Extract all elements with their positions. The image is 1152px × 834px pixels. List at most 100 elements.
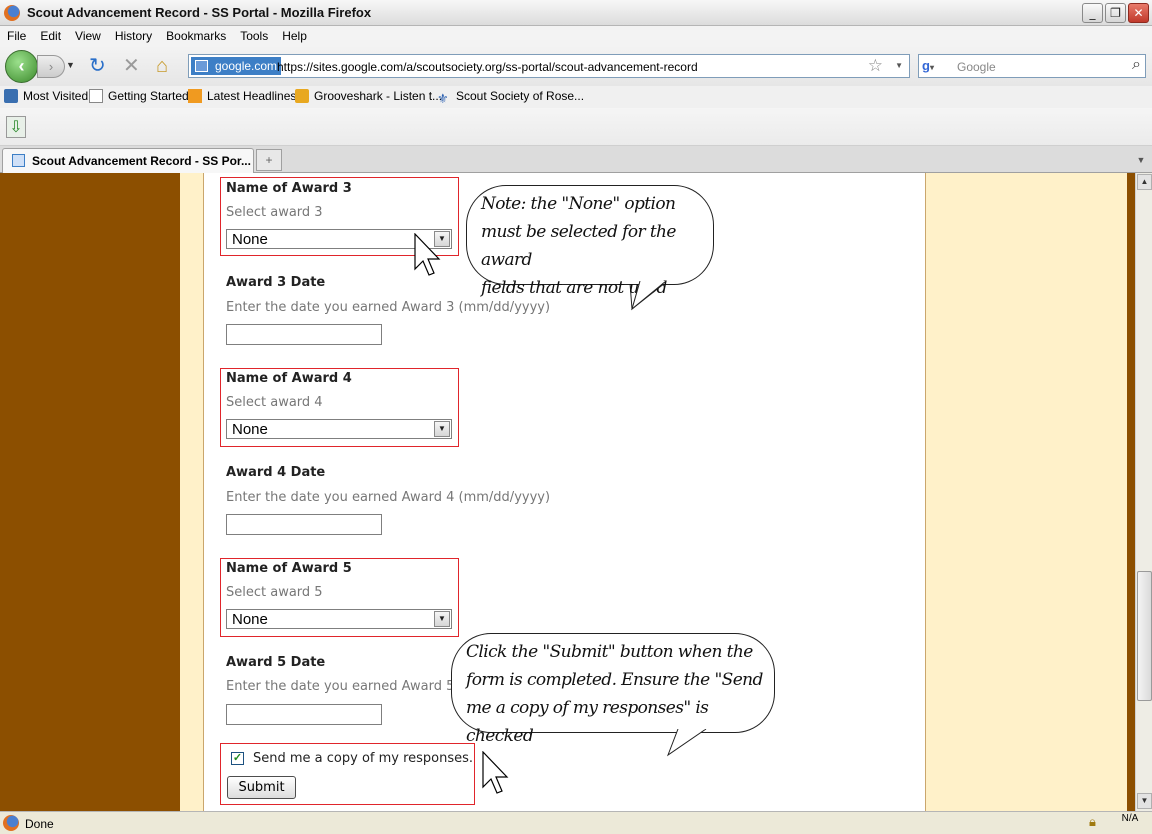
site-identity-button[interactable]: google.com <box>191 57 282 75</box>
title-bar: Scout Advancement Record - SS Portal - M… <box>0 0 1152 26</box>
note-callout-line: Note: the "None" option <box>481 194 676 214</box>
award3-name-label: Name of Award 3 <box>226 181 352 196</box>
right-sidebar-column <box>925 173 1127 811</box>
award5-name-label: Name of Award 5 <box>226 561 352 576</box>
bookmark-grooveshark[interactable]: Grooveshark - Listen t... <box>295 89 442 103</box>
menu-tools[interactable]: Tools <box>233 26 275 43</box>
submit-button[interactable]: Submit <box>227 776 296 799</box>
menu-file[interactable]: File <box>0 26 33 43</box>
award3-date-label: Award 3 Date <box>226 275 326 290</box>
menu-view[interactable]: View <box>68 26 108 43</box>
site-favicon-icon <box>195 60 208 72</box>
submit-callout-line: Click the "Submit" button when the <box>466 642 753 662</box>
site-identity-label: google.com <box>215 59 278 73</box>
menu-bar: File Edit View History Bookmarks Tools Help <box>0 26 1152 46</box>
page-icon <box>89 89 103 103</box>
send-copy-label: Send me a copy of my responses. <box>253 751 474 766</box>
tab-favicon-icon <box>12 154 25 167</box>
scroll-down-icon[interactable]: ▼ <box>1137 793 1152 809</box>
rss-feed-icon <box>188 89 202 103</box>
award5-select[interactable]: None ▼ <box>226 609 452 629</box>
close-button[interactable]: ✕ <box>1128 3 1149 23</box>
award4-date-label: Award 4 Date <box>226 465 326 480</box>
mouse-cursor-icon <box>414 233 441 276</box>
minimize-button[interactable]: _ <box>1082 3 1103 23</box>
stop-icon[interactable]: ✕ <box>123 55 140 77</box>
status-firefox-icon <box>3 815 19 831</box>
award4-name-hint: Select award 4 <box>226 395 323 410</box>
status-zoom: N/A <box>1121 813 1139 824</box>
menu-edit[interactable]: Edit <box>33 26 68 43</box>
tab-bar: Scout Advancement Record - SS Por... + ▼ <box>0 146 1152 173</box>
note-callout-line: must be selected for the award <box>481 222 676 270</box>
search-bar[interactable]: g▾ Google ⌕ <box>918 54 1146 78</box>
submit-callout-line: me a copy of my responses" is checked <box>466 698 709 746</box>
lock-icon[interactable]: 🔒︎ <box>1089 814 1107 832</box>
download-icon[interactable]: ⇩ <box>6 116 26 138</box>
bookmark-star-icon[interactable]: ☆ <box>868 56 883 76</box>
left-cream-strip <box>180 173 204 811</box>
search-input[interactable]: Google <box>957 60 996 74</box>
bookmark-most-visited[interactable]: Most Visited <box>4 89 88 103</box>
tab-list-dropdown-icon[interactable]: ▼ <box>1132 149 1150 171</box>
url-text[interactable]: https://sites.google.com/a/scoutsociety.… <box>277 60 698 74</box>
bookmark-getting-started[interactable]: Getting Started <box>89 89 189 103</box>
tab-scout-advancement-record[interactable]: Scout Advancement Record - SS Por... <box>2 148 254 173</box>
back-button[interactable]: ‹ <box>5 50 38 83</box>
award3-selected-value: None <box>232 231 268 248</box>
award5-selected-value: None <box>232 611 268 628</box>
award4-name-label: Name of Award 4 <box>226 371 352 386</box>
grooveshark-icon <box>295 89 309 103</box>
award5-date-input[interactable] <box>226 704 382 725</box>
most-visited-icon <box>4 89 18 103</box>
award5-date-label: Award 5 Date <box>226 655 326 670</box>
mouse-cursor-icon <box>482 751 509 794</box>
google-search-engine-icon[interactable]: g▾ <box>922 58 950 75</box>
right-edge-column <box>1127 173 1135 811</box>
window-title: Scout Advancement Record - SS Portal - M… <box>27 5 372 20</box>
award4-select[interactable]: None ▼ <box>226 419 452 439</box>
status-bar: Done 🔒︎ N/A <box>0 811 1152 834</box>
checkmark-icon: ✓ <box>232 752 243 764</box>
forward-button[interactable]: › <box>37 55 65 78</box>
url-dropdown-icon[interactable]: ▼ <box>895 61 903 70</box>
menu-bookmarks[interactable]: Bookmarks <box>159 26 233 43</box>
award3-name-hint: Select award 3 <box>226 205 323 220</box>
submit-callout-tail <box>666 729 707 757</box>
status-text: Done <box>25 817 54 831</box>
firefox-icon <box>4 5 20 21</box>
bookmark-scout-society[interactable]: ⚜ Scout Society of Rose... <box>437 89 584 106</box>
submit-callout: Click the "Submit" button when the form … <box>451 633 775 746</box>
maximize-button[interactable]: ❐ <box>1105 3 1126 23</box>
bookmark-latest-headlines[interactable]: Latest Headlines <box>188 89 296 103</box>
chevron-down-icon[interactable]: ▼ <box>434 421 450 437</box>
menu-help[interactable]: Help <box>275 26 314 43</box>
forward-arrow-icon: › <box>48 59 54 74</box>
note-callout: Note: the "None" option must be selected… <box>466 185 714 298</box>
scrollbar-thumb[interactable] <box>1137 571 1152 701</box>
new-tab-button[interactable]: + <box>256 149 282 171</box>
url-bar[interactable]: google.com https://sites.google.com/a/sc… <box>188 54 910 78</box>
back-arrow-icon: ‹ <box>18 56 25 76</box>
left-sidebar-column <box>0 173 180 811</box>
firefox-window: Scout Advancement Record - SS Portal - M… <box>0 0 1152 834</box>
reload-icon[interactable]: ↻ <box>89 55 106 77</box>
scout-society-icon: ⚜ <box>437 91 449 106</box>
submit-callout-line: form is completed. Ensure the "Send <box>466 670 763 690</box>
chevron-down-icon[interactable]: ▼ <box>434 611 450 627</box>
send-copy-checkbox[interactable]: ✓ <box>231 752 244 765</box>
award3-date-input[interactable] <box>226 324 382 345</box>
award5-date-hint: Enter the date you earned Award 5 <box>226 679 455 694</box>
scroll-up-icon[interactable]: ▲ <box>1137 174 1152 190</box>
addon-toolbar: ⇩ <box>0 108 1152 146</box>
bookmarks-toolbar: Most Visited Getting Started Latest Head… <box>0 86 1152 108</box>
note-callout-tail <box>631 281 667 311</box>
home-icon[interactable]: ⌂ <box>156 55 168 77</box>
menu-history[interactable]: History <box>108 26 159 43</box>
award4-selected-value: None <box>232 421 268 438</box>
vertical-scrollbar[interactable]: ▲ ▼ <box>1135 173 1152 811</box>
page-content: Name of Award 3 Select award 3 None ▼ Aw… <box>0 173 1135 811</box>
search-icon[interactable]: ⌕ <box>1132 56 1141 74</box>
history-dropdown-icon[interactable]: ▼ <box>66 60 75 70</box>
award4-date-input[interactable] <box>226 514 382 535</box>
